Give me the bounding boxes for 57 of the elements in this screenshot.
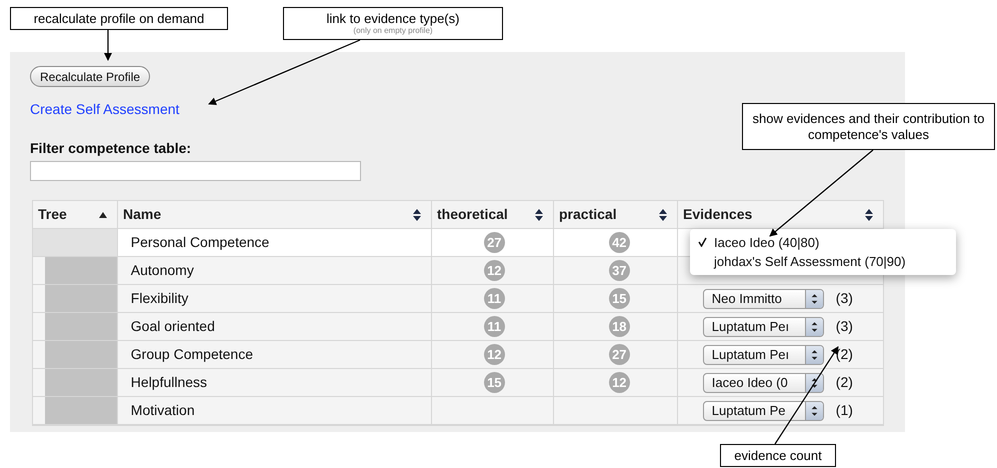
competence-name: Motivation <box>130 401 195 420</box>
score-badge: 42 <box>608 232 630 253</box>
competence-name: Flexibility <box>130 289 188 308</box>
competence-name: Autonomy <box>130 261 194 280</box>
annotation-arrow <box>104 30 112 61</box>
score-badge: 27 <box>608 344 630 365</box>
tree-indent-block <box>45 257 117 284</box>
column-header[interactable]: practical <box>553 201 677 228</box>
evidence-count: (2) <box>836 373 853 392</box>
score-badge: 15 <box>484 372 505 393</box>
stepper-icon <box>804 290 823 308</box>
evidence-count: (3) <box>836 317 853 336</box>
evidence-select[interactable]: Luptatum Pe <box>702 400 824 420</box>
tree-indent-block <box>45 313 117 340</box>
stepper-icon <box>804 374 823 392</box>
recalculate-button[interactable]: Recalculate Profile <box>30 66 150 87</box>
tree-indent-block <box>45 397 117 424</box>
annotation-box: evidence count <box>720 444 836 467</box>
evidence-menu-item[interactable]: Iaceo Ideo (40|80) <box>714 232 820 252</box>
tree-indent-block <box>45 285 117 312</box>
score-badge: 37 <box>608 260 630 281</box>
tree-indent-block <box>45 341 117 368</box>
evidence-count: (3) <box>836 289 853 308</box>
column-header[interactable]: theoretical <box>431 201 553 228</box>
filter-input[interactable] <box>30 161 361 181</box>
competence-name: Helpfullness <box>130 373 208 392</box>
create-self-assessment-link[interactable]: Create Self Assessment <box>30 99 180 120</box>
stepper-icon <box>804 318 823 336</box>
column-header[interactable]: Evidences <box>677 201 883 228</box>
score-badge: 11 <box>484 288 505 309</box>
evidence-select[interactable]: Luptatum Peı <box>702 344 824 364</box>
evidence-select[interactable]: Luptatum Peı <box>702 316 824 336</box>
score-badge: 12 <box>484 344 505 365</box>
annotation-box: recalculate profile on demand <box>10 7 228 30</box>
annotation-box: show evidences and their contribution to competence's values <box>742 103 995 150</box>
score-badge: 27 <box>484 232 505 253</box>
evidence-select[interactable]: Neo Immitto <box>702 288 824 308</box>
evidence-count: (2) <box>836 345 853 364</box>
stepper-icon <box>804 346 823 364</box>
evidence-select[interactable]: Iaceo Ideo (0 <box>702 372 824 392</box>
evidence-menu-item[interactable]: johdax's Self Assessment (70|90) <box>714 252 906 272</box>
stepper-icon <box>804 402 823 420</box>
tree-indent-block <box>45 369 117 396</box>
score-badge: 12 <box>608 372 630 393</box>
score-badge: 15 <box>608 288 630 309</box>
competence-name: Goal oriented <box>130 317 215 336</box>
filter-label: Filter competence table: <box>30 139 192 158</box>
column-header[interactable]: Name <box>117 201 431 228</box>
annotation-note: (only on empty profile) <box>353 26 433 36</box>
evidence-count: (1) <box>836 401 853 420</box>
score-badge: 12 <box>484 260 505 281</box>
score-badge: 11 <box>484 316 505 337</box>
annotation-text: link to evidence type(s) <box>326 11 460 26</box>
column-header[interactable]: Tree <box>33 201 117 228</box>
competence-name: Group Competence <box>130 345 253 364</box>
competence-name: Personal Competence <box>130 233 270 252</box>
score-badge: 18 <box>608 316 630 337</box>
